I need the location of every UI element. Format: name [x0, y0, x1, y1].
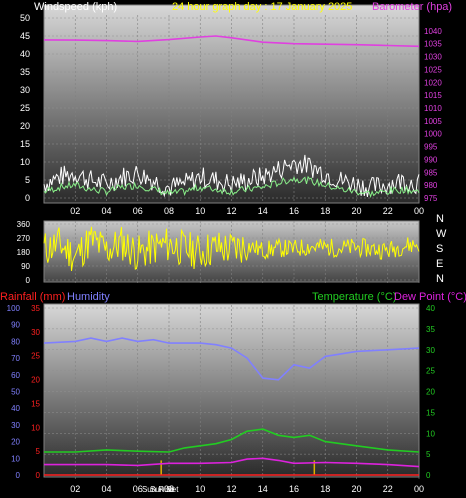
x-tick-label-bottom: 14 — [258, 484, 268, 494]
baro-y-tick: 1005 — [424, 117, 442, 126]
x-tick-label-top: 16 — [289, 206, 299, 216]
baro-y-tick: 1015 — [424, 91, 442, 100]
rain-y-tick: 25 — [31, 352, 40, 361]
dir-y-tick: 360 — [17, 220, 31, 229]
wind-y-tick: 35 — [20, 67, 30, 77]
rain-y-tick: 20 — [31, 376, 40, 385]
temp-y-tick: 20 — [426, 388, 435, 397]
wind-y-tick: 45 — [20, 31, 30, 41]
temperature-label: Temperature (°C) — [312, 291, 396, 303]
wind-y-tick: 0 — [25, 193, 30, 203]
baro-y-tick: 975 — [424, 194, 438, 203]
compass-label: N — [436, 213, 444, 225]
x-tick-label-top: 06 — [133, 206, 143, 216]
dir-y-tick: 180 — [17, 248, 31, 257]
baro-y-tick: 1000 — [424, 130, 442, 139]
compass-label: W — [436, 228, 447, 240]
temp-y-tick: 15 — [426, 408, 435, 417]
temp-y-tick: 40 — [426, 304, 435, 313]
baro-y-tick: 985 — [424, 168, 438, 177]
x-tick-label-bottom: 22 — [383, 484, 393, 494]
rain-y-tick: 10 — [31, 423, 40, 432]
x-tick-label-top: 08 — [164, 206, 174, 216]
baro-y-tick: 1030 — [424, 53, 442, 62]
wind-y-tick: 30 — [20, 85, 30, 95]
x-tick-label-top: 12 — [226, 206, 236, 216]
temp-y-tick: 30 — [426, 346, 435, 355]
x-tick-label-top: 02 — [70, 206, 80, 216]
rain-y-tick: 5 — [36, 447, 41, 456]
humidity-y-tick: 80 — [11, 337, 20, 346]
humidity-y-tick: 40 — [11, 404, 20, 413]
temp-y-tick: 5 — [426, 450, 431, 459]
x-tick-label-bottom: 16 — [289, 484, 299, 494]
x-tick-label-top: 00 — [414, 206, 424, 216]
x-tick-label-bottom: 12 — [226, 484, 236, 494]
humidity-y-tick: 90 — [11, 321, 20, 330]
temp-y-tick: 35 — [426, 325, 435, 334]
x-tick-label-bottom: 02 — [70, 484, 80, 494]
baro-y-tick: 1035 — [424, 40, 442, 49]
humidity-y-tick: 20 — [11, 438, 20, 447]
x-tick-label-top: 10 — [195, 206, 205, 216]
x-tick-label-bottom: 18 — [320, 484, 330, 494]
compass-label: E — [436, 258, 443, 270]
wind-y-tick: 25 — [20, 103, 30, 113]
windspeed-label: Windspeed (kph) — [34, 1, 117, 13]
rain-y-tick: 30 — [31, 328, 40, 337]
x-tick-label-bottom: 04 — [101, 484, 111, 494]
x-tick-label-bottom: 20 — [351, 484, 361, 494]
rain-y-tick: 0 — [36, 471, 41, 480]
barometer-label: Barometer (hpa) — [372, 1, 452, 13]
rainfall-label: Rainfall (mm) — [0, 291, 65, 303]
rain-y-tick: 35 — [31, 304, 40, 313]
baro-y-tick: 995 — [424, 143, 438, 152]
wind-y-tick: 5 — [25, 175, 30, 185]
compass-label: N — [436, 273, 444, 285]
baro-y-tick: 1010 — [424, 104, 442, 113]
baro-y-tick: 980 — [424, 181, 438, 190]
weather-graph: Windspeed (kph) 24 hour graph day : 17 J… — [0, 1, 466, 494]
humidity-y-tick: 70 — [11, 354, 20, 363]
dir-y-tick: 90 — [21, 262, 30, 271]
x-tick-label-top: 22 — [383, 206, 393, 216]
x-tick-label-top: 04 — [101, 206, 111, 216]
chart-title: 24 hour graph day : 17 January 2025 — [172, 1, 352, 13]
wind-y-tick: 50 — [20, 13, 30, 23]
baro-y-tick: 990 — [424, 155, 438, 164]
dir-y-tick: 0 — [26, 276, 31, 285]
x-tick-label-top: 14 — [258, 206, 268, 216]
humidity-y-tick: 0 — [16, 471, 21, 480]
x-tick-label-bottom: 10 — [195, 484, 205, 494]
rain-y-tick: 15 — [31, 399, 40, 408]
dewpoint-label: Dew Point (°C) — [394, 291, 466, 303]
temp-y-tick: 10 — [426, 429, 435, 438]
sunset-label: Sun Set — [150, 485, 179, 494]
temp-y-tick: 25 — [426, 367, 435, 376]
compass-label: S — [436, 243, 443, 255]
humidity-y-tick: 10 — [11, 454, 20, 463]
x-tick-label-bottom: 00 — [414, 484, 424, 494]
temp-y-tick: 0 — [426, 471, 431, 480]
humidity-label: Humidity — [67, 291, 110, 303]
baro-y-tick: 1025 — [424, 65, 442, 74]
wind-y-tick: 40 — [20, 49, 30, 59]
humidity-y-tick: 50 — [11, 388, 20, 397]
humidity-y-tick: 60 — [11, 371, 20, 380]
x-tick-label-top: 20 — [351, 206, 361, 216]
humidity-y-tick: 100 — [7, 304, 21, 313]
humidity-y-tick: 30 — [11, 421, 20, 430]
dir-y-tick: 270 — [17, 234, 31, 243]
x-tick-label-top: 18 — [320, 206, 330, 216]
baro-y-tick: 1020 — [424, 78, 442, 87]
wind-y-tick: 10 — [20, 157, 30, 167]
wind-y-tick: 15 — [20, 139, 30, 149]
wind-y-tick: 20 — [20, 121, 30, 131]
baro-y-tick: 1040 — [424, 27, 442, 36]
